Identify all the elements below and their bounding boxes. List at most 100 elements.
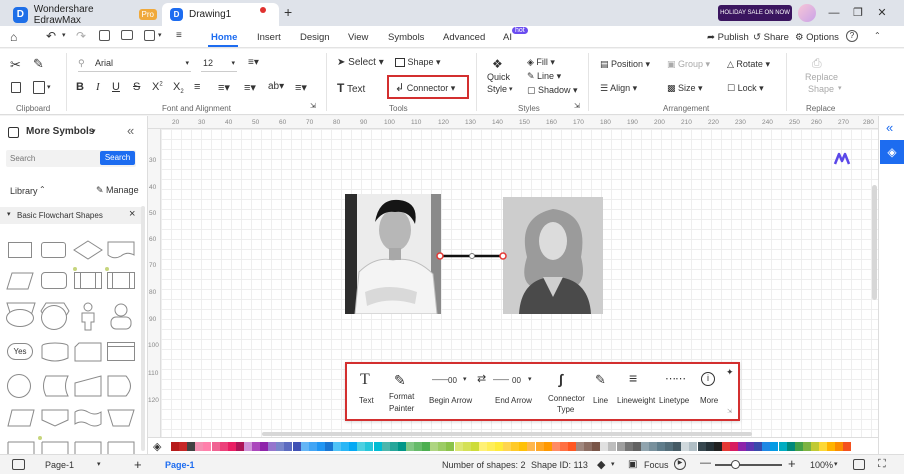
yes-terminator-shape[interactable]: Yes xyxy=(7,343,33,360)
fit-page-icon[interactable] xyxy=(853,459,865,470)
fill-bucket-icon[interactable]: ◈ xyxy=(153,440,161,453)
format-painter-icon[interactable]: ✎ xyxy=(33,56,44,72)
lineweight-icon[interactable]: ≡ xyxy=(629,370,637,386)
connector-mid-handle[interactable] xyxy=(469,253,475,259)
float-connector-label-1[interactable]: Connector xyxy=(548,394,585,403)
search-box[interactable]: Search xyxy=(6,150,136,167)
color-swatch[interactable] xyxy=(778,442,787,451)
paste-icon[interactable] xyxy=(33,81,45,94)
color-swatch[interactable] xyxy=(227,442,236,451)
fill-style-icon[interactable]: ◈ xyxy=(880,140,904,164)
user-shape[interactable] xyxy=(109,302,133,330)
tab-ai[interactable]: AI xyxy=(503,32,512,43)
tab-view[interactable]: View xyxy=(348,32,368,43)
subprocess-shape[interactable] xyxy=(107,272,135,289)
bold-icon[interactable]: B xyxy=(76,81,84,93)
color-swatch[interactable] xyxy=(333,442,341,451)
collapse-ribbon-icon[interactable]: ⌃ xyxy=(874,31,881,40)
color-swatch[interactable] xyxy=(414,442,422,451)
manage-button[interactable]: ✎ Manage xyxy=(96,185,139,196)
person-shape[interactable] xyxy=(78,302,98,332)
color-swatch[interactable] xyxy=(235,442,244,451)
unsaved-dot-icon[interactable] xyxy=(260,7,266,13)
play-icon[interactable]: ▶ xyxy=(674,458,686,470)
color-swatch[interactable] xyxy=(438,442,447,451)
redo-icon[interactable]: ↷ xyxy=(76,29,86,43)
color-swatch[interactable] xyxy=(268,442,277,451)
color-swatch[interactable] xyxy=(341,442,350,451)
color-swatch[interactable] xyxy=(559,442,568,451)
canvas-horizontal-scrollbar[interactable] xyxy=(262,432,752,436)
begin-arrow-icon[interactable]: —— xyxy=(432,375,448,384)
export-icon[interactable] xyxy=(144,30,155,41)
internal-storage-shape[interactable] xyxy=(74,272,102,289)
strikethrough-icon[interactable]: S xyxy=(133,81,140,93)
end-arrow-value[interactable]: 00 xyxy=(512,376,521,385)
zoom-slider[interactable] xyxy=(715,464,782,466)
ellipse-shape[interactable] xyxy=(6,309,34,327)
color-swatch[interactable] xyxy=(551,442,560,451)
float-lineweight-label[interactable]: Lineweight xyxy=(617,396,655,405)
color-swatch[interactable] xyxy=(300,442,309,451)
cut-icon[interactable]: ✂ xyxy=(10,57,21,73)
bullet-list-icon[interactable]: ≡▾ xyxy=(218,81,230,94)
float-more-label[interactable]: More xyxy=(700,396,718,405)
color-swatch[interactable] xyxy=(179,442,188,451)
replace-shape-label-2[interactable]: Shape xyxy=(808,84,834,94)
float-text-label[interactable]: Text xyxy=(359,396,374,405)
card-shape[interactable] xyxy=(73,341,103,363)
color-swatch[interactable] xyxy=(794,442,803,451)
color-swatch[interactable] xyxy=(721,442,730,451)
color-swatch[interactable] xyxy=(527,442,536,451)
category-header[interactable]: ▾ Basic Flowchart Shapes × xyxy=(0,207,145,224)
panel-scrollbar[interactable] xyxy=(141,206,145,451)
color-swatch[interactable] xyxy=(640,442,649,451)
color-swatch[interactable] xyxy=(495,442,503,451)
more-quick-icon[interactable]: ≡ xyxy=(176,30,182,41)
color-swatch[interactable] xyxy=(819,442,827,451)
color-swatch[interactable] xyxy=(405,442,414,451)
color-swatch[interactable] xyxy=(308,442,317,451)
expand-panel-icon[interactable]: « xyxy=(886,120,893,135)
quick-style-label-2[interactable]: Style xyxy=(487,84,507,94)
color-swatch[interactable] xyxy=(187,442,196,451)
save-icon[interactable] xyxy=(99,30,110,41)
process-shape[interactable] xyxy=(8,242,32,258)
share-button[interactable]: ↺ Share xyxy=(753,32,789,43)
format-painter-icon[interactable]: ✎ xyxy=(394,372,406,389)
numbered-list-icon[interactable]: ≡ xyxy=(194,81,200,93)
color-swatch[interactable] xyxy=(697,442,706,451)
new-tab-button[interactable]: + xyxy=(284,4,292,20)
zoom-in-icon[interactable]: + xyxy=(788,456,796,471)
begin-arrow-value[interactable]: 00 xyxy=(448,376,457,385)
color-swatch[interactable] xyxy=(324,442,333,451)
alternate-process-shape[interactable] xyxy=(41,242,66,258)
delay-shape[interactable] xyxy=(106,374,136,398)
minimize-icon[interactable]: — xyxy=(826,5,842,21)
end-arrow-icon[interactable]: —— xyxy=(493,375,509,384)
size-button[interactable]: ▩ Size ▾ xyxy=(667,83,703,94)
avatar[interactable] xyxy=(798,4,816,22)
woman-photo-image[interactable] xyxy=(503,197,603,314)
more-icon[interactable]: i xyxy=(701,372,715,386)
superscript-icon[interactable]: X2 xyxy=(152,81,163,93)
color-swatch[interactable] xyxy=(592,442,601,451)
color-swatch[interactable] xyxy=(470,442,479,451)
color-swatch[interactable] xyxy=(284,442,293,451)
chevron-down-icon[interactable]: ▾ xyxy=(463,375,467,383)
text-case-icon[interactable]: ab▾ xyxy=(268,81,284,92)
float-end-arrow-label[interactable]: End Arrow xyxy=(495,396,532,405)
color-swatch[interactable] xyxy=(754,442,763,451)
chevron-down-icon[interactable]: ▾ xyxy=(611,460,615,468)
color-swatch[interactable] xyxy=(567,442,576,451)
color-swatch[interactable] xyxy=(243,442,252,451)
text-tool-button[interactable]: T Text xyxy=(337,81,365,95)
swap-arrows-icon[interactable]: ⇄ xyxy=(477,372,486,385)
chevron-down-icon[interactable]: ▾ xyxy=(834,460,838,468)
page-selector[interactable]: Page-1 xyxy=(45,460,74,470)
fullscreen-icon[interactable]: ⛶ xyxy=(878,458,886,471)
color-swatch[interactable] xyxy=(203,442,212,451)
app-tab[interactable]: D Wondershare EdrawMax Pro xyxy=(5,3,157,26)
color-swatch[interactable] xyxy=(349,442,358,451)
rotate-button[interactable]: △ Rotate ▾ xyxy=(727,59,770,70)
